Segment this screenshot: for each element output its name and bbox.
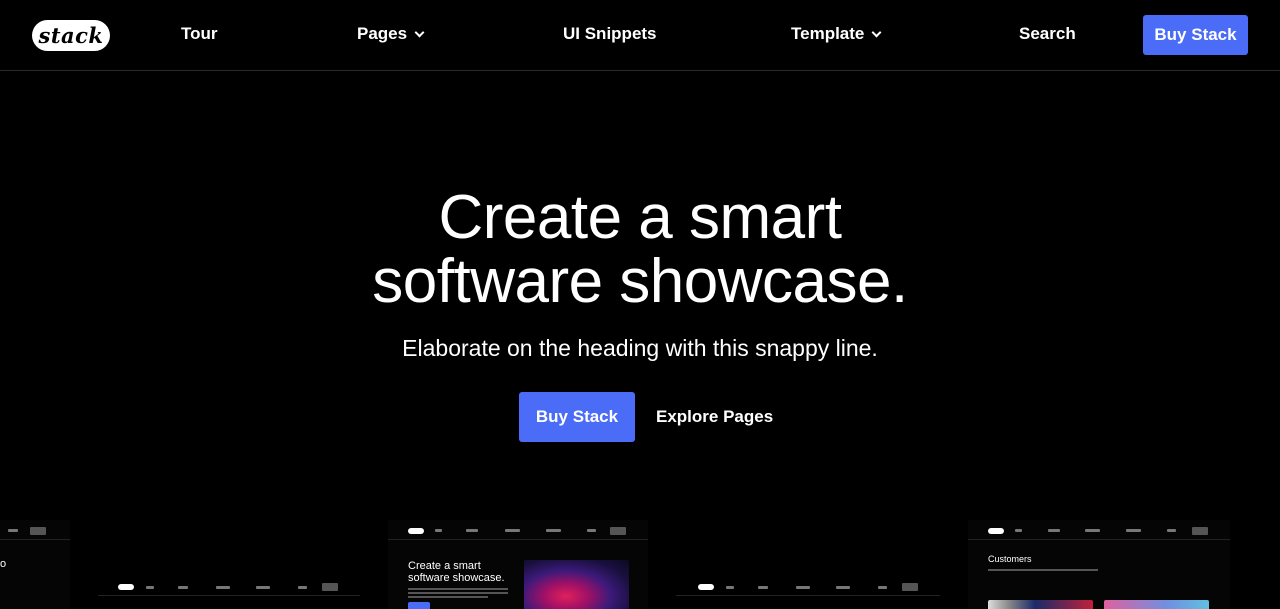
preview-customer-image (1104, 600, 1209, 609)
preview-paragraph-line (408, 588, 508, 590)
mini-nav-link (796, 586, 810, 589)
preview-thumbnail-2[interactable] (98, 520, 360, 609)
mini-nav-link (505, 529, 520, 532)
preview-customers-heading: Customers (988, 554, 1032, 564)
hero-subtitle: Elaborate on the heading with this snapp… (402, 335, 878, 361)
preview-thumbnail-3[interactable]: Create a smart software showcase. (388, 520, 648, 609)
preview-heading: Create a smart software showcase. (408, 560, 505, 584)
hero-heading-line1: Create a smart (438, 183, 842, 252)
nav-search-label: Search (1019, 24, 1076, 43)
nav-template-label: Template (791, 24, 865, 43)
preview-paragraph-line (408, 596, 488, 598)
stack-logo[interactable]: stack (32, 20, 110, 51)
preview-paragraph-line (408, 592, 508, 594)
mini-nav-button (1192, 527, 1208, 535)
mini-nav (98, 578, 360, 596)
mini-nav-link (836, 586, 850, 589)
preview-text-fragment: o (0, 558, 7, 570)
mini-nav-button (322, 583, 338, 591)
preview-paragraph-line (988, 569, 1098, 571)
buy-stack-nav-button[interactable]: Buy Stack (1143, 15, 1248, 55)
nav-template[interactable]: Template (791, 24, 882, 44)
preview-button (408, 602, 430, 609)
mini-nav-button (610, 527, 626, 535)
mini-nav-button (902, 583, 918, 591)
preview-heading-line2: software showcase. (408, 572, 505, 584)
mini-nav-link (878, 586, 887, 589)
preview-heading-line1: Create a smart (408, 560, 481, 572)
mini-logo (698, 584, 714, 590)
hero-heading: Create a smart software showcase. (0, 186, 1280, 314)
mini-nav-link (726, 586, 734, 589)
nav-pages[interactable]: Pages (357, 24, 425, 44)
preview-customer-image (988, 600, 1093, 609)
mini-nav-link (435, 529, 442, 532)
mini-logo (408, 528, 424, 534)
top-navigation: stack Tour Pages UI Snippets Template Se… (0, 0, 1280, 71)
nav-search[interactable]: Search (1019, 24, 1076, 44)
mini-nav-link (1085, 529, 1100, 532)
explore-pages-link[interactable]: Explore Pages (656, 407, 773, 427)
mini-nav-button (30, 527, 46, 535)
mini-nav-link (146, 586, 154, 589)
mini-nav-link (466, 529, 478, 532)
mini-nav (0, 520, 70, 540)
preview-thumbnail-4[interactable] (676, 520, 940, 609)
mini-nav-link (178, 586, 188, 589)
mini-nav-link (587, 529, 596, 532)
mini-nav-link (8, 529, 18, 532)
mini-logo (118, 584, 134, 590)
mini-nav-link (1167, 529, 1176, 532)
mini-nav-link (1015, 529, 1022, 532)
mini-nav (968, 520, 1230, 540)
mini-nav (388, 520, 648, 540)
mini-nav-link (758, 586, 768, 589)
nav-pages-label: Pages (357, 24, 408, 43)
chevron-down-icon (871, 27, 882, 37)
preview-thumbnail-1[interactable]: o (0, 520, 70, 609)
nav-ui-snippets-label: UI Snippets (563, 24, 657, 43)
mini-nav (676, 578, 940, 596)
preview-hero-image (524, 560, 629, 609)
mini-nav-link (1048, 529, 1060, 532)
mini-nav-link (298, 586, 307, 589)
mini-nav-link (1126, 529, 1141, 532)
nav-ui-snippets[interactable]: UI Snippets (563, 24, 657, 44)
nav-tour-label: Tour (181, 24, 218, 43)
nav-tour[interactable]: Tour (181, 24, 218, 44)
mini-logo (988, 528, 1004, 534)
buy-stack-hero-button[interactable]: Buy Stack (519, 392, 635, 442)
mini-nav-link (546, 529, 561, 532)
mini-nav-link (216, 586, 230, 589)
mini-nav-link (256, 586, 270, 589)
hero-heading-line2: software showcase. (372, 247, 908, 316)
preview-thumbnail-5[interactable]: Customers (968, 520, 1230, 609)
chevron-down-icon (414, 27, 425, 37)
